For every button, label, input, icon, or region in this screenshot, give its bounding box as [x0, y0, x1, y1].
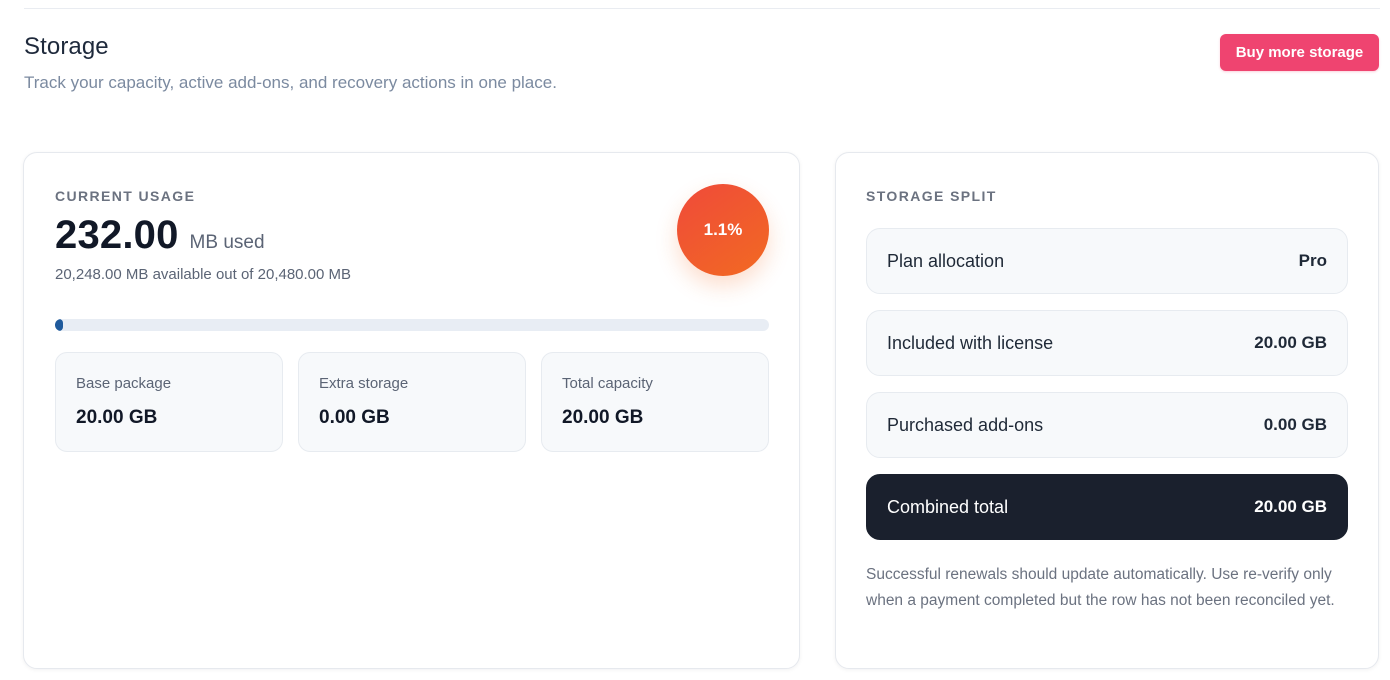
usage-eyebrow: CURRENT USAGE — [55, 188, 196, 204]
stat-total-capacity: Total capacity 20.00 GB — [541, 352, 769, 452]
stat-value: 20.00 GB — [562, 407, 644, 428]
split-row-purchased-addons: Purchased add-ons 0.00 GB — [866, 392, 1348, 458]
row-label: Purchased add-ons — [887, 414, 1044, 435]
usage-value-row: 232.00 MB used — [55, 213, 265, 258]
usage-value: 232.00 — [55, 213, 179, 257]
usage-percent-badge: 1.1% — [677, 184, 769, 276]
split-row-plan-allocation: Plan allocation Pro — [866, 228, 1348, 294]
renewal-note: Successful renewals should update automa… — [866, 566, 1335, 609]
split-row-included-license: Included with license 20.00 GB — [866, 310, 1348, 376]
stat-extra-storage: Extra storage 0.00 GB — [298, 352, 526, 452]
storage-split-card: STORAGE SPLIT Plan allocation Pro Includ… — [835, 152, 1379, 669]
buy-more-storage-button[interactable]: Buy more storage — [1220, 34, 1379, 71]
usage-percent-label: 1.1% — [703, 220, 743, 239]
stat-label: Base package — [76, 375, 172, 392]
page-title: Storage — [24, 33, 109, 60]
row-label: Combined total — [887, 496, 1009, 517]
row-value: 0.00 GB — [1263, 415, 1327, 434]
usage-progress-fill — [55, 319, 63, 331]
split-row-combined-total: Combined total 20.00 GB — [866, 474, 1348, 540]
row-label: Included with license — [887, 332, 1054, 353]
usage-progress-bar — [55, 319, 769, 331]
stat-base-package: Base package 20.00 GB — [55, 352, 283, 452]
stat-label: Total capacity — [562, 375, 653, 392]
stat-value: 0.00 GB — [319, 407, 390, 428]
row-value: 20.00 GB — [1254, 333, 1327, 352]
stat-value: 20.00 GB — [76, 407, 158, 428]
page-header: Storage Track your capacity, active add-… — [24, 33, 557, 93]
split-eyebrow: STORAGE SPLIT — [866, 188, 997, 204]
row-value: 20.00 GB — [1254, 497, 1327, 516]
top-divider — [24, 8, 1380, 9]
usage-unit: MB used — [189, 232, 265, 253]
usage-available-text: 20,248.00 MB available out of 20,480.00 … — [55, 266, 352, 283]
current-usage-card: CURRENT USAGE 232.00 MB used 20,248.00 M… — [23, 152, 800, 669]
page-subtitle: Track your capacity, active add-ons, and… — [24, 73, 557, 92]
stat-label: Extra storage — [319, 375, 409, 392]
row-value: Pro — [1298, 251, 1327, 270]
row-label: Plan allocation — [887, 250, 1005, 271]
